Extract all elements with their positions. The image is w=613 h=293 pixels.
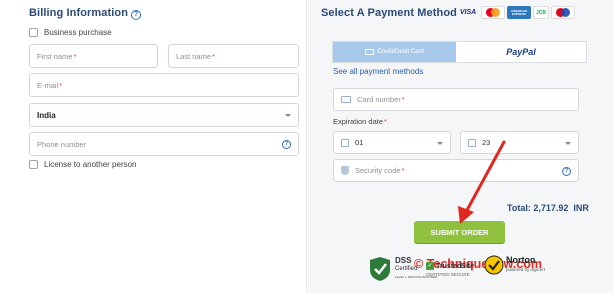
payment-title: Select A Payment Method	[321, 7, 457, 19]
required-mark: *	[401, 166, 405, 175]
required-mark: *	[401, 95, 405, 104]
amex-logo-text: AMERICAN EXPRESS	[510, 8, 528, 16]
email-field[interactable]: E-mail *	[29, 73, 299, 97]
country-select[interactable]: India	[29, 103, 299, 127]
tab-paypal-label: PayPal	[506, 47, 536, 57]
phone-field[interactable]: Phone number ?	[29, 132, 299, 156]
tab-credit-card-label: Credit/Debit Card	[377, 49, 424, 55]
billing-title: Billing Information?	[29, 7, 142, 20]
visa-logo-text: VISA	[459, 9, 477, 16]
see-all-payment-methods-link[interactable]: See all payment methods	[333, 67, 423, 76]
card-logos: VISA AMERICAN EXPRESS JCB	[457, 6, 575, 19]
first-name-field[interactable]: First name *	[29, 44, 158, 68]
trustedsite-sub: CERTIFIED SECURE	[426, 272, 470, 277]
license-checkbox[interactable]	[29, 160, 38, 169]
red-arrow-icon	[458, 140, 506, 224]
required-mark: *	[384, 117, 387, 126]
maestro-icon	[556, 8, 570, 17]
expiration-label: Expiration date*	[333, 117, 387, 126]
chevron-down-icon	[565, 142, 571, 145]
business-purchase-row[interactable]: Business purchase	[29, 28, 112, 37]
card-number-field[interactable]: Card number *	[333, 88, 579, 111]
jcb-logo: JCB	[533, 6, 549, 19]
shield-icon	[341, 166, 349, 175]
business-purchase-checkbox[interactable]	[29, 28, 38, 37]
required-mark: *	[59, 80, 63, 90]
expiration-month-value: 01	[355, 138, 364, 147]
payment-tabs: Credit/Debit Card PayPal	[332, 41, 587, 63]
license-row[interactable]: License to another person	[29, 160, 137, 169]
required-mark: *	[212, 51, 215, 61]
required-mark: *	[73, 51, 77, 61]
credit-card-icon	[365, 49, 375, 55]
chevron-down-icon	[437, 142, 443, 145]
phone-help-icon[interactable]: ?	[282, 140, 291, 149]
billing-help-icon[interactable]: ?	[131, 10, 142, 20]
first-name-placeholder: First name	[37, 51, 73, 61]
visa-logo: VISA	[457, 6, 479, 19]
trustedsite-badge: ✓ TrustedSite CERTIFIED SECURE	[426, 262, 474, 277]
check-icon: ✓	[426, 262, 434, 270]
norton-sub: powered by digicert	[506, 267, 546, 272]
norton-badge: Norton powered by digicert	[484, 255, 545, 275]
payment-panel: Select A Payment Method VISA AMERICAN EX…	[308, 0, 613, 293]
jcb-logo-text: JCB	[535, 9, 546, 16]
mastercard-icon	[486, 8, 500, 17]
trustedsite-title: TrustedSite	[436, 262, 475, 270]
order-total: Total: 2,717.92 INR	[507, 203, 589, 213]
card-number-icon	[341, 96, 351, 103]
order-total-currency: INR	[573, 203, 589, 213]
last-name-field[interactable]: Last name *	[168, 44, 299, 68]
security-code-help-icon[interactable]: ?	[562, 167, 571, 176]
tab-credit-card[interactable]: Credit/Debit Card	[333, 42, 456, 62]
norton-check-icon	[484, 255, 504, 275]
email-placeholder: E-mail	[37, 80, 59, 90]
expiration-month-select[interactable]: 01	[333, 131, 451, 154]
mastercard-logo	[481, 6, 505, 19]
license-label: License to another person	[44, 160, 137, 169]
amex-logo: AMERICAN EXPRESS	[507, 6, 531, 19]
billing-panel: Billing Information? Business purchase F…	[0, 0, 307, 293]
billing-title-text: Billing Information	[29, 7, 129, 19]
maestro-logo	[551, 6, 575, 19]
pci-shield-icon	[370, 257, 390, 281]
phone-placeholder: Phone number	[37, 139, 87, 149]
last-name-placeholder: Last name	[176, 51, 212, 61]
business-purchase-label: Business purchase	[44, 28, 112, 37]
country-value: India	[37, 110, 56, 120]
trustedsite-row: ✓ TrustedSite	[426, 262, 474, 270]
calendar-icon	[341, 138, 349, 147]
norton-text: Norton powered by digicert	[506, 256, 545, 274]
security-code-placeholder: Security code	[355, 166, 401, 175]
chevron-down-icon	[285, 114, 291, 117]
expiration-label-text: Expiration date	[333, 117, 384, 126]
tab-paypal[interactable]: PayPal	[456, 42, 586, 62]
card-number-placeholder: Card number	[357, 95, 401, 104]
norton-title: Norton	[506, 255, 536, 265]
